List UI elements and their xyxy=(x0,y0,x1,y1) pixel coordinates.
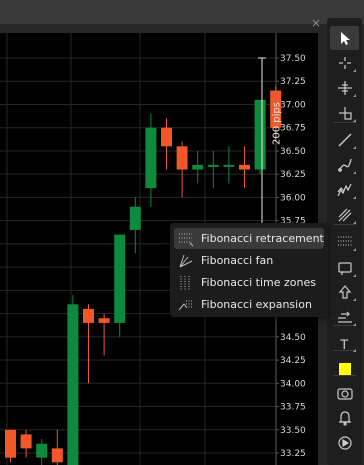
measure-icon xyxy=(337,309,353,325)
tool-button-alert-bell[interactable] xyxy=(330,406,359,430)
candle-body[interactable] xyxy=(114,234,126,323)
tool-button-crosshair-alt[interactable] xyxy=(330,76,359,100)
price-axis-label: 36.75 xyxy=(280,124,306,134)
candle-body[interactable] xyxy=(161,127,172,147)
candle-body[interactable] xyxy=(207,164,219,167)
crosshair-corner-icon xyxy=(337,105,353,121)
candle-body[interactable] xyxy=(192,164,204,170)
brush-icon xyxy=(337,157,353,173)
candle-body[interactable] xyxy=(145,127,157,189)
price-axis-label: 36.50 xyxy=(280,147,306,157)
price-axis-label: 33.25 xyxy=(280,449,306,459)
color-swatch-icon xyxy=(337,361,353,377)
replay-icon xyxy=(337,435,353,451)
text-icon: T xyxy=(337,335,353,351)
fibonacci-tools-menu: Fibonacci retracement Fibonacci fan Fibo… xyxy=(170,223,328,317)
tool-button-fibonacci[interactable] xyxy=(330,230,359,254)
fibonacci-retracement-icon xyxy=(177,231,195,247)
tool-button-color-swatch[interactable] xyxy=(330,357,359,381)
menu-item-label: Fibonacci retracement xyxy=(201,232,324,245)
fibonacci-time-zones-icon xyxy=(177,275,195,291)
price-axis-label: 34.50 xyxy=(280,333,306,343)
tool-button-cursor[interactable] xyxy=(330,26,359,50)
rectangle-icon xyxy=(337,260,353,276)
candle-body[interactable] xyxy=(254,99,266,170)
price-axis-label: 36.00 xyxy=(280,193,306,203)
drawing-toolbar: T xyxy=(327,18,362,465)
submenu-indicator xyxy=(353,248,356,251)
fibonacci-expansion-icon xyxy=(177,297,195,313)
price-axis-label: 37.50 xyxy=(280,54,306,64)
menu-item-label: Fibonacci fan xyxy=(201,254,274,267)
fibonacci-fan-icon xyxy=(177,253,195,269)
tool-button-camera[interactable] xyxy=(330,381,359,405)
submenu-indicator xyxy=(353,221,356,224)
crosshair-alt-icon xyxy=(337,80,353,96)
submenu-indicator xyxy=(353,298,356,301)
elliott-wave-icon xyxy=(336,182,353,198)
camera-icon xyxy=(336,385,353,401)
crosshair-icon xyxy=(337,55,353,71)
candle-body[interactable] xyxy=(36,443,48,458)
candle-body[interactable] xyxy=(83,308,94,323)
submenu-indicator xyxy=(353,323,356,326)
fibonacci-icon xyxy=(337,234,353,250)
tool-button-replay[interactable] xyxy=(330,431,359,455)
svg-text:T: T xyxy=(340,336,349,351)
candle-body[interactable] xyxy=(20,434,32,449)
ruler-label: 200 pips xyxy=(271,102,283,145)
tool-button-trend-line[interactable] xyxy=(330,128,359,152)
candle-body[interactable] xyxy=(5,429,16,458)
price-axis-label: 37.25 xyxy=(280,77,306,87)
arrow-up-icon xyxy=(337,284,353,300)
candle-body[interactable] xyxy=(98,318,110,323)
menu-item-fibonacci-time-zones[interactable]: Fibonacci time zones xyxy=(174,272,324,293)
price-axis-label: 37.00 xyxy=(280,100,306,110)
tool-button-pitchfork[interactable] xyxy=(330,203,359,227)
candle-body[interactable] xyxy=(223,164,235,167)
submenu-indicator xyxy=(353,196,356,199)
tool-button-elliott-wave[interactable] xyxy=(330,178,359,202)
menu-item-label: Fibonacci time zones xyxy=(201,276,316,289)
submenu-indicator xyxy=(353,349,356,352)
cursor-icon xyxy=(337,30,353,46)
submenu-indicator xyxy=(353,119,356,122)
price-axis-label: 34.25 xyxy=(280,356,306,366)
alert-bell-icon xyxy=(337,410,353,426)
menu-item-fibonacci-expansion[interactable]: Fibonacci expansion xyxy=(174,294,324,315)
submenu-indicator xyxy=(353,171,356,174)
tool-button-crosshair[interactable] xyxy=(330,51,359,75)
price-axis-label: 33.75 xyxy=(280,403,306,413)
candle-body[interactable] xyxy=(129,206,141,230)
tool-button-text[interactable]: T xyxy=(330,331,359,355)
trend-line-icon xyxy=(337,132,353,148)
price-axis-label: 34.00 xyxy=(280,379,306,389)
menu-item-fibonacci-retracement[interactable]: Fibonacci retracement xyxy=(174,228,324,249)
close-icon[interactable]: × xyxy=(310,17,322,29)
price-axis-label: 33.50 xyxy=(280,426,306,436)
submenu-indicator xyxy=(353,274,356,277)
candle-body[interactable] xyxy=(176,146,188,170)
submenu-indicator xyxy=(353,94,356,97)
menu-item-label: Fibonacci expansion xyxy=(201,298,312,311)
tool-button-rectangle[interactable] xyxy=(330,256,359,280)
tool-button-arrow-up[interactable] xyxy=(330,280,359,304)
price-axis-label: 36.25 xyxy=(280,170,306,180)
candle-body[interactable] xyxy=(51,448,63,463)
tool-button-measure[interactable] xyxy=(330,305,359,329)
submenu-indicator xyxy=(353,69,356,72)
submenu-indicator xyxy=(353,146,356,149)
candle-body[interactable] xyxy=(67,304,79,465)
tool-button-brush[interactable] xyxy=(330,153,359,177)
menu-item-fibonacci-fan[interactable]: Fibonacci fan xyxy=(174,250,324,271)
tool-button-crosshair-corner[interactable] xyxy=(330,101,359,125)
pitchfork-icon xyxy=(337,207,353,223)
candle-body[interactable] xyxy=(239,164,250,170)
